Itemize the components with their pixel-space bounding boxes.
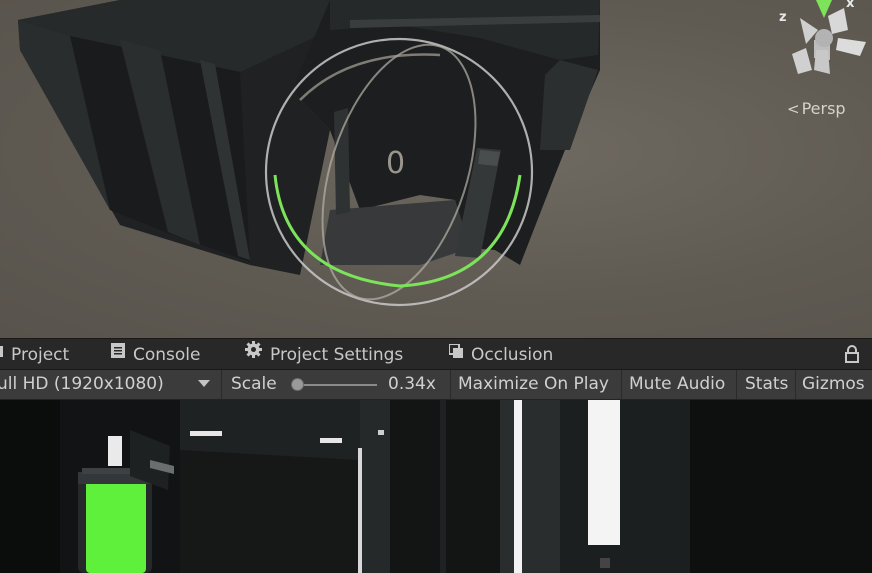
folder-icon: [0, 337, 3, 370]
light-strip: [588, 400, 620, 545]
gear-icon: [245, 337, 262, 370]
divider: [795, 370, 796, 399]
divider: [736, 370, 737, 399]
chevron-down-icon: [198, 380, 210, 387]
scene-geometry: [18, 0, 600, 307]
tab-console[interactable]: Console: [111, 339, 201, 370]
perspective-label: Persp: [801, 99, 846, 118]
occlusion-icon: [448, 337, 463, 370]
tab-project[interactable]: Project: [0, 339, 69, 370]
gizmos-button[interactable]: Gizmos: [802, 370, 865, 399]
console-icon: [111, 337, 125, 370]
pillar-left: [334, 108, 350, 215]
game-view[interactable]: [0, 400, 872, 573]
tab-occlusion[interactable]: Occlusion: [448, 337, 554, 370]
axis-x-label: x: [846, 0, 855, 11]
stats-button[interactable]: Stats: [745, 370, 788, 399]
divider: [621, 370, 622, 399]
rotation-value: 0: [386, 146, 406, 181]
divider: [450, 370, 451, 399]
light-strip: [378, 430, 384, 435]
perspective-arrow-icon: <: [787, 100, 800, 118]
game-render: [0, 400, 872, 573]
axis-z-label: z: [779, 10, 787, 25]
divider: [221, 370, 222, 399]
scene-view[interactable]: 0 z x < Persp: [0, 0, 872, 338]
maximize-on-play-button[interactable]: Maximize On Play: [458, 370, 609, 399]
light-strip: [190, 431, 222, 436]
scale-slider-track[interactable]: [297, 384, 377, 386]
mute-audio-button[interactable]: Mute Audio: [629, 370, 725, 399]
tab-label: Project Settings: [270, 345, 404, 365]
scale-label: Scale: [231, 374, 277, 394]
resolution-label: ull HD (1920x1080): [0, 374, 164, 394]
tab-label: Occlusion: [471, 345, 554, 365]
light-strip: [320, 438, 342, 443]
scale-slider-handle[interactable]: [291, 378, 304, 391]
light-strip: [358, 448, 362, 573]
window-tab-bar: Project Console Project Settings Occlusi…: [0, 338, 872, 370]
light-strip: [514, 400, 522, 573]
perspective-toggle[interactable]: < Persp: [787, 99, 846, 118]
tab-project-settings[interactable]: Project Settings: [245, 339, 403, 370]
resolution-dropdown[interactable]: ull HD (1920x1080): [0, 370, 215, 399]
light-strip: [108, 436, 122, 466]
tab-label: Project: [11, 345, 70, 365]
scale-value: 0.34x: [388, 374, 436, 394]
game-view-toolbar: ull HD (1920x1080) Scale 0.34x Maximize …: [0, 370, 872, 400]
lock-icon[interactable]: [845, 345, 859, 363]
tab-label: Console: [133, 345, 201, 365]
